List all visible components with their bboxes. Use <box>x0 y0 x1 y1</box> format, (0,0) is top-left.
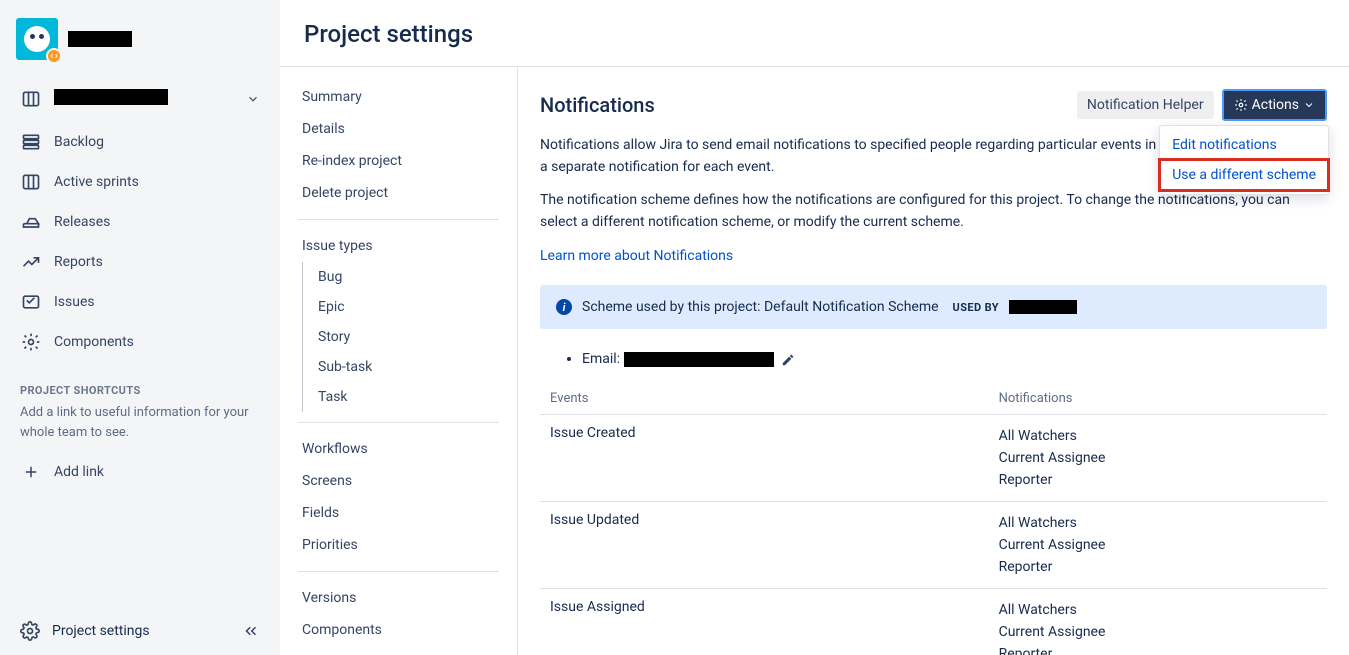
releases-icon <box>20 211 42 233</box>
info-icon: i <box>556 299 572 315</box>
project-avatar <box>16 18 58 60</box>
actions-label: Actions <box>1252 97 1299 113</box>
settings-nav-summary[interactable]: Summary <box>280 81 517 113</box>
issue-type-story[interactable]: Story <box>280 322 517 352</box>
notifications-cell: All WatchersCurrent AssigneeReporter <box>989 502 1327 589</box>
project-settings-link[interactable]: Project settings <box>52 623 150 639</box>
board-selector[interactable] <box>12 82 268 116</box>
nav-label: Backlog <box>54 134 104 150</box>
intro-paragraph-2: The notification scheme defines how the … <box>540 190 1327 233</box>
sidebar-item-reports[interactable]: Reports <box>12 242 268 282</box>
settings-nav: Summary Details Re-index project Delete … <box>280 67 518 655</box>
main-content: Notifications Notification Helper Action… <box>518 67 1349 655</box>
notifications-header: Notifications <box>989 383 1327 415</box>
table-row: Issue UpdatedAll WatchersCurrent Assigne… <box>540 502 1327 589</box>
nav-label: Add link <box>54 464 104 480</box>
table-row: Issue AssignedAll WatchersCurrent Assign… <box>540 589 1327 655</box>
board-icon <box>20 88 42 110</box>
settings-nav-details[interactable]: Details <box>280 113 517 145</box>
project-name <box>68 31 132 47</box>
sprint-icon <box>20 171 42 193</box>
code-badge-icon <box>46 48 62 64</box>
chevron-down-icon <box>1303 99 1315 111</box>
components-icon <box>20 331 42 353</box>
event-cell: Issue Updated <box>540 502 989 589</box>
settings-nav-components[interactable]: Components <box>280 614 517 646</box>
notification-helper-button[interactable]: Notification Helper <box>1077 91 1214 119</box>
issue-type-bug[interactable]: Bug <box>280 262 517 292</box>
notifications-cell: All WatchersCurrent AssigneeReporter <box>989 589 1327 655</box>
chevron-down-icon <box>246 92 260 106</box>
add-link-button[interactable]: Add link <box>12 452 268 492</box>
reports-icon <box>20 251 42 273</box>
events-header: Events <box>540 383 989 415</box>
email-row: Email: <box>540 347 1327 383</box>
issue-type-subtask[interactable]: Sub-task <box>280 352 517 382</box>
event-cell: Issue Assigned <box>540 589 989 655</box>
used-by-projects <box>1009 300 1077 314</box>
email-value <box>624 352 774 367</box>
project-sidebar: Backlog Active sprints Releases Reports … <box>0 0 280 655</box>
nav-label: Active sprints <box>54 174 139 190</box>
backlog-icon <box>20 131 42 153</box>
sidebar-item-issues[interactable]: Issues <box>12 282 268 322</box>
events-table: Events Notifications Issue CreatedAll Wa… <box>540 383 1327 655</box>
settings-nav-workflows[interactable]: Workflows <box>280 433 517 465</box>
page-title: Project settings <box>304 20 1325 48</box>
settings-nav-delete[interactable]: Delete project <box>280 177 517 209</box>
issue-type-epic[interactable]: Epic <box>280 292 517 322</box>
email-label: Email: <box>582 351 620 367</box>
board-name <box>54 89 168 105</box>
sidebar-item-active-sprints[interactable]: Active sprints <box>12 162 268 202</box>
settings-nav-fields[interactable]: Fields <box>280 497 517 529</box>
dropdown-edit-notifications[interactable]: Edit notifications <box>1160 130 1328 160</box>
plus-icon <box>20 461 42 483</box>
gear-icon <box>1234 98 1248 112</box>
nav-label: Reports <box>54 254 103 270</box>
actions-button[interactable]: Actions <box>1222 89 1327 121</box>
shortcuts-heading: PROJECT SHORTCUTS <box>12 362 268 403</box>
section-title: Notifications <box>540 93 655 117</box>
learn-more-link[interactable]: Learn more about Notifications <box>540 248 733 264</box>
actions-dropdown: Edit notifications Use a different schem… <box>1159 125 1329 195</box>
gear-icon <box>20 621 40 641</box>
scheme-info-panel: i Scheme used by this project: Default N… <box>540 285 1327 329</box>
collapse-sidebar-button[interactable] <box>242 622 260 640</box>
settings-nav-reindex[interactable]: Re-index project <box>280 145 517 177</box>
sidebar-item-components[interactable]: Components <box>12 322 268 362</box>
shortcuts-text: Add a link to useful information for you… <box>12 403 268 442</box>
settings-header: Project settings <box>280 0 1349 67</box>
used-by-label: USED BY <box>953 301 999 314</box>
nav-label: Releases <box>54 214 110 230</box>
project-header <box>12 18 268 70</box>
dropdown-use-different-scheme[interactable]: Use a different scheme <box>1160 160 1328 190</box>
settings-nav-screens[interactable]: Screens <box>280 465 517 497</box>
nav-label: Issues <box>54 294 95 310</box>
settings-nav-priorities[interactable]: Priorities <box>280 529 517 561</box>
sidebar-item-backlog[interactable]: Backlog <box>12 122 268 162</box>
issue-type-task[interactable]: Task <box>280 382 517 412</box>
nav-label: Components <box>54 334 134 350</box>
sidebar-item-releases[interactable]: Releases <box>12 202 268 242</box>
info-text: Scheme used by this project: Default Not… <box>582 299 939 315</box>
notifications-cell: All WatchersCurrent AssigneeReporter <box>989 415 1327 502</box>
event-cell: Issue Created <box>540 415 989 502</box>
issues-icon <box>20 291 42 313</box>
settings-nav-issue-types[interactable]: Issue types <box>280 230 517 262</box>
table-row: Issue CreatedAll WatchersCurrent Assigne… <box>540 415 1327 502</box>
settings-nav-versions[interactable]: Versions <box>280 582 517 614</box>
edit-email-button[interactable] <box>781 353 795 367</box>
